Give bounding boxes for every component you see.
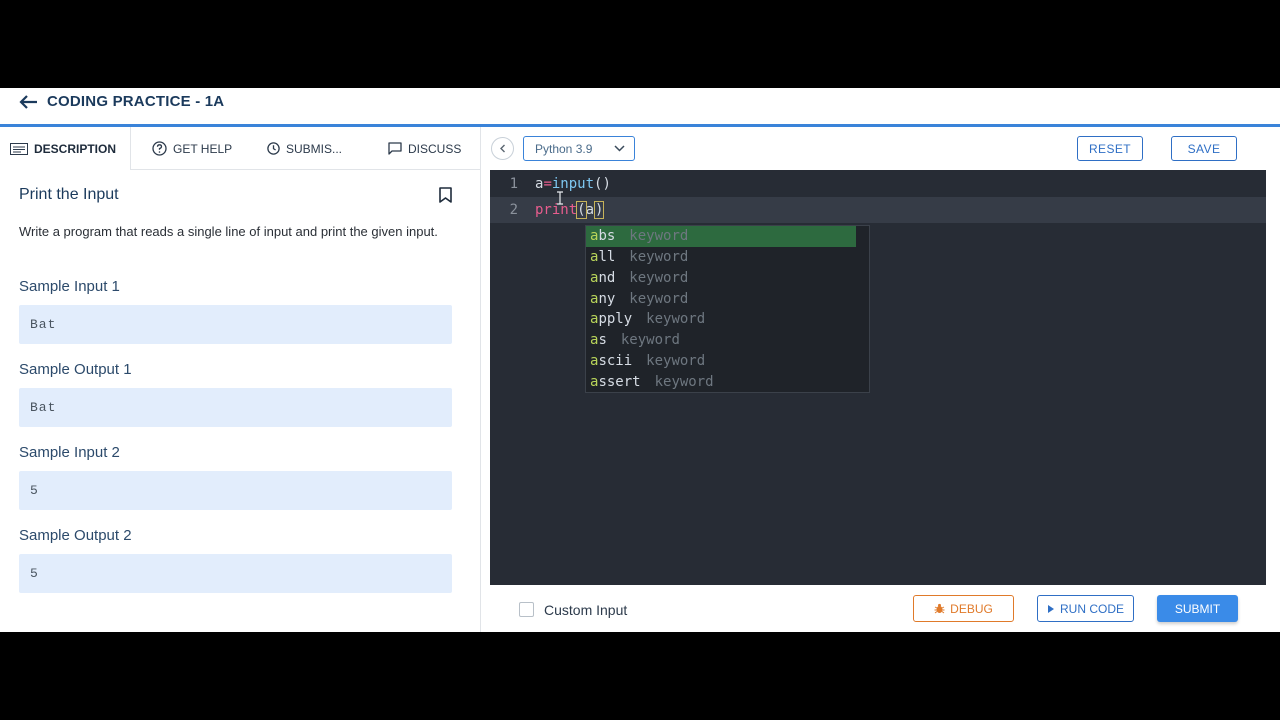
- sample-label: Sample Output 1: [19, 361, 132, 378]
- sample-value: 5: [19, 554, 452, 593]
- debug-button[interactable]: DEBUG: [913, 595, 1014, 622]
- custom-input-checkbox[interactable]: [519, 602, 534, 617]
- tab-submissions-label: SUBMIS...: [286, 141, 343, 156]
- autocomplete-item[interactable]: a pply keyword: [586, 309, 869, 330]
- line-number: 2: [509, 202, 518, 218]
- bug-icon: [934, 603, 945, 614]
- bookmark-icon[interactable]: [439, 187, 452, 203]
- tab-discuss-label: DISCUSS: [408, 141, 462, 156]
- custom-input-label: Custom Input: [544, 602, 628, 618]
- run-code-button[interactable]: RUN CODE: [1037, 595, 1134, 622]
- chevron-left-icon: [500, 144, 505, 153]
- editor-panel: Python 3.9 RESET SAVE 1 a=input() 2 prin…: [482, 127, 1280, 632]
- sample-value: Bat: [19, 388, 452, 427]
- language-select-value: Python 3.9: [535, 141, 593, 156]
- description-panel: DESCRIPTION GET HELP SUBMIS... DISCUSS P…: [0, 127, 481, 632]
- app-window: CODING PRACTICE - 1A DESCRIPTION GET HEL…: [0, 88, 1280, 632]
- editor-footer: Custom Input DEBUG RUN CODE SUBMIT: [482, 589, 1280, 632]
- page-title: CODING PRACTICE - 1A: [47, 93, 225, 110]
- language-select[interactable]: Python 3.9: [523, 136, 635, 161]
- tab-description[interactable]: DESCRIPTION: [0, 127, 131, 170]
- help-icon: [152, 141, 167, 156]
- autocomplete-item[interactable]: a scii keyword: [586, 351, 869, 372]
- sample-label: Sample Input 1: [19, 278, 120, 295]
- play-icon: [1047, 604, 1054, 613]
- back-arrow-icon[interactable]: [18, 94, 38, 110]
- autocomplete-item[interactable]: a bs keyword: [586, 226, 856, 247]
- chat-bubble-icon: [388, 142, 402, 155]
- reset-button[interactable]: RESET: [1077, 136, 1143, 161]
- debug-label: DEBUG: [950, 601, 993, 616]
- clock-icon: [267, 142, 280, 155]
- tab-bar: DESCRIPTION GET HELP SUBMIS... DISCUSS: [0, 127, 480, 170]
- code-text: a=input(): [535, 176, 611, 192]
- autocomplete-item[interactable]: a s keyword: [586, 330, 869, 351]
- top-bar: CODING PRACTICE - 1A: [0, 88, 1280, 124]
- description-icon: [10, 142, 28, 155]
- problem-title: Print the Input: [19, 186, 119, 203]
- sample-value: Bat: [19, 305, 452, 344]
- code-text: print(a): [535, 201, 605, 219]
- code-editor[interactable]: 1 a=input() 2 print(a) a bs keyword a ll key…: [490, 170, 1266, 585]
- sample-label: Sample Input 2: [19, 444, 120, 461]
- tab-discuss[interactable]: DISCUSS: [388, 127, 461, 170]
- autocomplete-item[interactable]: a ssert keyword: [586, 371, 869, 392]
- problem-description: Write a program that reads a single line…: [19, 224, 438, 239]
- save-button[interactable]: SAVE: [1171, 136, 1237, 161]
- submit-button[interactable]: SUBMIT: [1157, 595, 1238, 622]
- sample-label: Sample Output 2: [19, 527, 132, 544]
- autocomplete-item[interactable]: a ny keyword: [586, 288, 869, 309]
- code-line-active: 2 print(a): [490, 197, 1266, 223]
- code-line: 1 a=input(): [490, 171, 1266, 197]
- line-number: 1: [509, 176, 518, 192]
- tab-get-help[interactable]: GET HELP: [152, 127, 232, 170]
- autocomplete-dropdown: a bs keyword a ll keyword a nd keyword a ny keyw…: [585, 225, 870, 393]
- tab-submissions[interactable]: SUBMIS...: [267, 127, 342, 170]
- chevron-down-icon: [614, 145, 625, 152]
- collapse-panel-button[interactable]: [491, 137, 514, 160]
- tab-get-help-label: GET HELP: [173, 141, 233, 156]
- sample-value: 5: [19, 471, 452, 510]
- autocomplete-item[interactable]: a nd keyword: [586, 268, 869, 289]
- run-code-label: RUN CODE: [1059, 601, 1124, 616]
- ibeam-cursor-icon: [557, 191, 563, 205]
- tab-description-label: DESCRIPTION: [34, 141, 117, 156]
- autocomplete-item[interactable]: a ll keyword: [586, 247, 869, 268]
